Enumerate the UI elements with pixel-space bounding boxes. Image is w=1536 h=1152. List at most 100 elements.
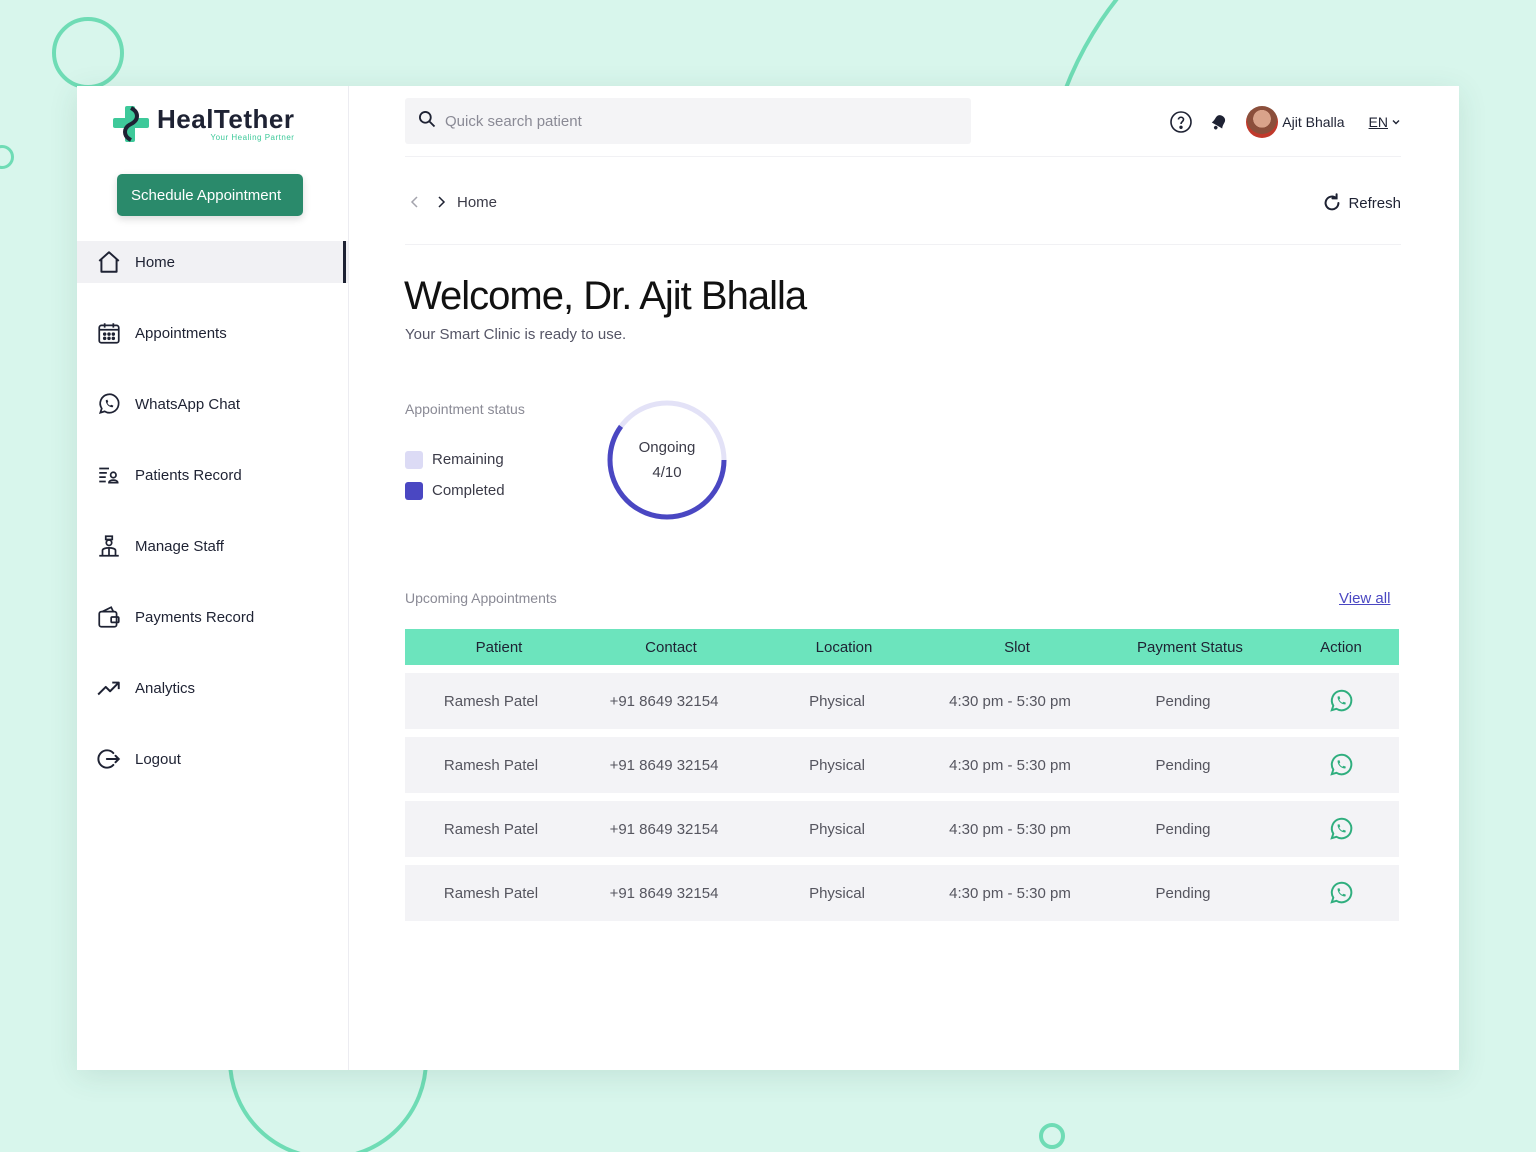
calendar-icon xyxy=(95,319,123,347)
breadcrumb-current[interactable]: Home xyxy=(457,194,497,211)
patients-record-icon xyxy=(95,461,123,489)
column-header: Payment Status xyxy=(1137,638,1243,656)
location-cell: Physical xyxy=(809,820,865,838)
contact-cell: +91 8649 32154 xyxy=(609,884,719,902)
sidebar-item-payments-record[interactable]: Payments Record xyxy=(77,596,348,638)
table-header: Patient Contact Location Slot Payment St… xyxy=(405,629,1399,665)
view-all-link[interactable]: View all xyxy=(1339,590,1390,607)
patient-cell: Ramesh Patel xyxy=(443,820,539,838)
bell-icon[interactable] xyxy=(1206,109,1232,135)
sidebar-item-home[interactable]: Home xyxy=(77,241,348,283)
sidebar-item-analytics[interactable]: Analytics xyxy=(77,667,348,709)
contact-cell: +91 8649 32154 xyxy=(609,820,719,838)
whatsapp-icon[interactable] xyxy=(1328,816,1354,842)
refresh-label: Refresh xyxy=(1348,194,1401,212)
chevron-down-icon xyxy=(1391,117,1401,127)
logo: HealTether Your Healing Partner xyxy=(111,104,294,144)
sidebar-item-label: Home xyxy=(135,253,176,271)
search-bar[interactable] xyxy=(405,98,971,144)
page-subtitle: Your Smart Clinic is ready to use. xyxy=(405,326,627,343)
sidebar-item-label: WhatsApp Chat xyxy=(135,395,241,413)
table-row: Ramesh Patel +91 8649 32154 Physical 4:3… xyxy=(405,737,1399,793)
contact-cell: +91 8649 32154 xyxy=(609,692,719,710)
decor-circle xyxy=(0,145,14,169)
contact-cell: +91 8649 32154 xyxy=(609,756,719,774)
slot-cell: 4:30 pm - 5:30 pm xyxy=(949,884,1071,902)
divider xyxy=(405,156,1401,157)
table-row: Ramesh Patel +91 8649 32154 Physical 4:3… xyxy=(405,801,1399,857)
page-title: Welcome, Dr. Ajit Bhalla xyxy=(404,274,807,318)
payment-status-cell: Pending xyxy=(1155,820,1211,838)
legend-label: Completed xyxy=(432,482,505,499)
column-header: Patient xyxy=(475,638,523,656)
trend-up-icon xyxy=(95,674,123,702)
sidebar-nav: Home Appointments WhatsApp Chat Patients… xyxy=(77,241,348,809)
appointments-table: Patient Contact Location Slot Payment St… xyxy=(405,629,1399,921)
sidebar: HealTether Your Healing Partner Schedule… xyxy=(77,86,349,1070)
patient-cell: Ramesh Patel xyxy=(443,884,539,902)
column-header: Slot xyxy=(1004,638,1030,656)
location-cell: Physical xyxy=(809,884,865,902)
legend-item-remaining: Remaining xyxy=(405,444,505,475)
refresh-button[interactable]: Refresh xyxy=(1321,192,1401,214)
status-legend: Remaining Completed xyxy=(405,444,505,506)
sidebar-item-whatsapp-chat[interactable]: WhatsApp Chat xyxy=(77,383,348,425)
logo-cross-icon xyxy=(111,104,151,144)
patient-cell: Ramesh Patel xyxy=(443,692,539,710)
status-ring: Ongoing 4/10 xyxy=(603,396,731,524)
brand-name: HealTether xyxy=(157,104,295,134)
search-input[interactable] xyxy=(445,112,945,130)
legend-swatch xyxy=(405,450,423,469)
topbar-actions: Ajit Bhalla EN xyxy=(1156,104,1401,140)
location-cell: Physical xyxy=(809,692,865,710)
payment-status-cell: Pending xyxy=(1155,884,1211,902)
column-header: Action xyxy=(1320,638,1362,656)
upcoming-appointments-label: Upcoming Appointments xyxy=(405,590,557,606)
legend-item-completed: Completed xyxy=(405,475,505,506)
ring-title: Ongoing xyxy=(638,439,696,456)
sidebar-item-appointments[interactable]: Appointments xyxy=(77,312,348,354)
whatsapp-icon[interactable] xyxy=(1328,752,1354,778)
home-icon xyxy=(95,248,123,276)
logout-icon xyxy=(95,745,123,773)
sidebar-item-logout[interactable]: Logout xyxy=(77,738,348,780)
whatsapp-icon[interactable] xyxy=(1328,880,1354,906)
sidebar-item-label: Patients Record xyxy=(135,466,242,484)
table-row: Ramesh Patel +91 8649 32154 Physical 4:3… xyxy=(405,673,1399,729)
legend-label: Remaining xyxy=(432,451,504,468)
payment-status-cell: Pending xyxy=(1155,692,1211,710)
refresh-icon xyxy=(1321,192,1343,214)
sidebar-item-label: Appointments xyxy=(135,324,227,342)
brand-tagline: Your Healing Partner xyxy=(210,133,295,142)
breadcrumb: Home xyxy=(405,192,497,212)
language-select[interactable]: EN xyxy=(1369,114,1401,130)
ring-value: 4/10 xyxy=(652,464,682,481)
app-window: HealTether Your Healing Partner Schedule… xyxy=(77,86,1459,1070)
legend-swatch xyxy=(405,481,423,500)
sidebar-item-label: Manage Staff xyxy=(135,537,224,555)
sidebar-item-label: Logout xyxy=(135,750,181,768)
slot-cell: 4:30 pm - 5:30 pm xyxy=(949,756,1071,774)
divider xyxy=(405,244,1401,245)
table-row: Ramesh Patel +91 8649 32154 Physical 4:3… xyxy=(405,865,1399,921)
avatar[interactable] xyxy=(1246,106,1279,138)
user-name[interactable]: Ajit Bhalla xyxy=(1282,114,1344,130)
forward-arrow-icon[interactable] xyxy=(431,192,451,212)
back-arrow-icon[interactable] xyxy=(405,192,425,212)
location-cell: Physical xyxy=(809,756,865,774)
sidebar-item-patients-record[interactable]: Patients Record xyxy=(77,454,348,496)
sidebar-item-label: Analytics xyxy=(135,679,196,697)
slot-cell: 4:30 pm - 5:30 pm xyxy=(949,692,1071,710)
whatsapp-icon xyxy=(95,390,123,418)
schedule-appointment-button[interactable]: Schedule Appointment xyxy=(117,174,303,216)
main-content: Ajit Bhalla EN Home Refresh xyxy=(349,86,1459,1070)
patient-cell: Ramesh Patel xyxy=(443,756,539,774)
staff-icon xyxy=(95,532,123,560)
sidebar-item-manage-staff[interactable]: Manage Staff xyxy=(77,525,348,567)
search-icon xyxy=(417,109,437,134)
sidebar-item-label: Payments Record xyxy=(135,608,255,626)
payment-status-cell: Pending xyxy=(1155,756,1211,774)
slot-cell: 4:30 pm - 5:30 pm xyxy=(949,820,1071,838)
whatsapp-icon[interactable] xyxy=(1328,688,1354,714)
help-icon[interactable] xyxy=(1168,109,1194,135)
